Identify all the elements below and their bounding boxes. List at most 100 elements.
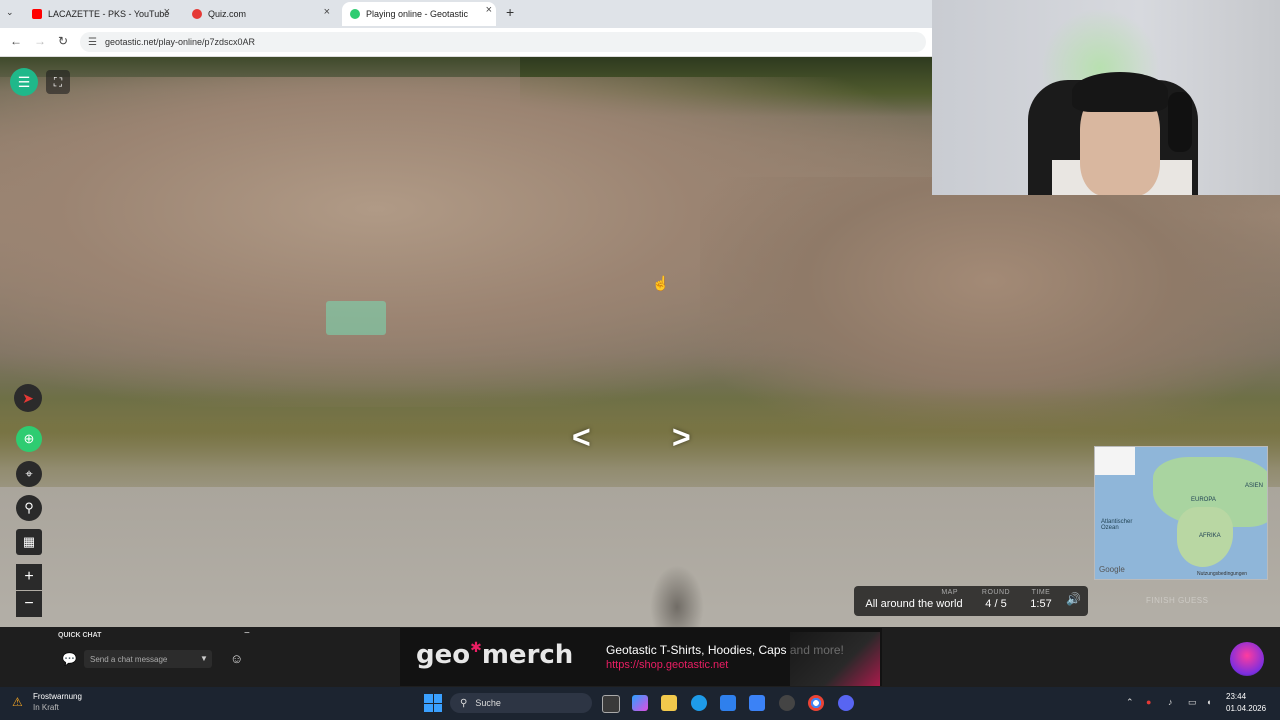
- grass-strip: [0, 387, 1280, 497]
- time-info: TIME 1:57: [1026, 589, 1056, 610]
- map-value: All around the world: [865, 598, 963, 610]
- chat-input[interactable]: Send a chat message: [84, 650, 212, 668]
- map-info: MAP All around the world: [864, 589, 964, 610]
- map-label-atlantic: Atlantischer Ozean: [1101, 519, 1133, 531]
- minimap-greenland: [1095, 447, 1135, 475]
- guess-minimap[interactable]: EUROPA AFRIKA ASIEN Atlantischer Ozean G…: [1094, 446, 1268, 580]
- address-bar[interactable]: ☰ geotastic.net/play-online/p7zdscx0AR: [80, 32, 926, 52]
- chat-bubble-icon: 💬: [62, 652, 77, 666]
- clock-date[interactable]: 01.04.2026: [1226, 704, 1266, 713]
- task-view-icon[interactable]: [602, 695, 620, 713]
- time-value: 1:57: [1030, 598, 1052, 610]
- network-icon[interactable]: ▭: [1188, 697, 1197, 708]
- terms-link[interactable]: Nutzungsbedingungen: [1197, 571, 1247, 577]
- game-app-icon[interactable]: [779, 695, 795, 711]
- weather-subtitle: In Kraft: [33, 703, 59, 712]
- warning-icon[interactable]: ⚠: [12, 695, 23, 709]
- tab-quiz[interactable]: Quiz.com ×: [184, 4, 334, 24]
- fullscreen-icon: ⛶: [53, 74, 63, 89]
- zoom-out-button[interactable]: −: [16, 591, 42, 617]
- tab-label: LACAZETTE - PKS - YouTube: [48, 9, 170, 19]
- quick-chat-title: QUICK CHAT: [58, 632, 102, 639]
- clock-time[interactable]: 23:44: [1226, 692, 1246, 701]
- store-icon[interactable]: [749, 695, 765, 711]
- location-icon: ⚲: [24, 500, 34, 515]
- close-tab-icon[interactable]: ×: [486, 4, 492, 16]
- logo-star-icon: ✱: [470, 640, 482, 656]
- map-label: MAP: [941, 589, 958, 596]
- tab-geotastic[interactable]: Playing online - Geotastic ×: [342, 2, 496, 26]
- time-label: TIME: [1031, 589, 1051, 596]
- graffiti-mark: [326, 301, 386, 335]
- add-marker-button[interactable]: ⊕: [16, 426, 42, 452]
- move-right-arrow-icon[interactable]: >: [672, 419, 691, 456]
- chrome-icon[interactable]: [808, 695, 824, 711]
- chat-dropdown-icon[interactable]: ▼: [200, 654, 208, 663]
- chat-placeholder: Send a chat message: [90, 654, 168, 664]
- youtube-icon: [32, 9, 42, 19]
- close-tab-icon[interactable]: ×: [164, 6, 170, 18]
- tab-youtube[interactable]: LACAZETTE - PKS - YouTube ×: [24, 4, 174, 24]
- windows-start-icon[interactable]: [424, 694, 442, 712]
- map-label-asia: ASIEN: [1245, 483, 1264, 489]
- weather-title[interactable]: Frostwarnung: [33, 692, 82, 701]
- map-pin-plus-icon: ⊕: [23, 431, 35, 446]
- round-label: ROUND: [981, 589, 1011, 596]
- taskbar-search[interactable]: ⚲ Suche: [450, 693, 592, 713]
- webcam-cap: [1072, 72, 1168, 112]
- site-info-icon[interactable]: ☰: [88, 37, 97, 48]
- map-label-europe: EUROPA: [1191, 497, 1216, 503]
- round-info: ROUND 4 / 5: [978, 589, 1014, 610]
- fullscreen-button[interactable]: ⛶: [46, 70, 70, 94]
- grid-icon: ▦: [22, 534, 36, 549]
- quiz-icon: [192, 9, 202, 19]
- logo-geo: geo: [416, 640, 471, 670]
- file-explorer-icon[interactable]: [661, 695, 677, 711]
- minus-icon: −: [24, 595, 34, 612]
- search-placeholder: Suche: [475, 698, 501, 708]
- tray-chevron-icon[interactable]: ⌃: [1126, 697, 1134, 708]
- microphone-icon[interactable]: ♪: [1168, 697, 1173, 707]
- menu-button[interactable]: ☰: [10, 68, 38, 96]
- plus-icon: +: [24, 568, 34, 585]
- forward-icon[interactable]: →: [34, 34, 46, 48]
- tab-label: Playing online - Geotastic: [366, 9, 469, 19]
- round-value: 4 / 5: [985, 598, 1007, 610]
- minimize-chat-icon[interactable]: −: [244, 628, 250, 639]
- tab-search-icon[interactable]: ⌄: [6, 7, 14, 18]
- logo-merch: merch: [481, 640, 574, 670]
- sound-toggle-icon[interactable]: 🔊: [1066, 592, 1081, 606]
- place-marker-button[interactable]: ⚲: [16, 495, 42, 521]
- emoji-icon[interactable]: ☺: [230, 651, 243, 666]
- assistant-orb-icon[interactable]: [1230, 642, 1264, 676]
- finish-guess-button[interactable]: FINISH GUESS: [1146, 596, 1208, 605]
- compass-icon: ➤: [22, 389, 34, 406]
- zoom-in-button[interactable]: +: [16, 564, 42, 590]
- map-label-africa: AFRIKA: [1199, 533, 1221, 539]
- compass-button[interactable]: ➤: [14, 384, 42, 412]
- tab-strip: ⌄ LACAZETTE - PKS - YouTube × Quiz.com ×…: [0, 0, 932, 28]
- close-tab-icon[interactable]: ×: [324, 6, 330, 18]
- return-to-start-button[interactable]: ⌖: [16, 461, 42, 487]
- edge-icon[interactable]: [691, 695, 707, 711]
- discord-icon[interactable]: [838, 695, 854, 711]
- copilot-icon[interactable]: [632, 695, 648, 711]
- gravel-road: [0, 487, 1280, 627]
- tab-label: Quiz.com: [208, 9, 247, 19]
- move-left-arrow-icon[interactable]: <: [572, 419, 591, 456]
- map-pin-icon: ⌖: [25, 466, 33, 481]
- layout-button[interactable]: ▦: [16, 529, 42, 555]
- back-icon[interactable]: ←: [10, 34, 22, 48]
- geomerch-logo: geo✱merch: [416, 640, 573, 670]
- google-attribution: Google: [1099, 565, 1125, 574]
- banner-link[interactable]: https://shop.geotastic.net: [606, 659, 728, 671]
- volume-icon[interactable]: ◖: [1206, 697, 1211, 707]
- hamburger-icon: ☰: [17, 73, 31, 90]
- tray-app-icon[interactable]: ●: [1146, 697, 1151, 707]
- reload-icon[interactable]: ↻: [58, 34, 68, 48]
- webcam-overlay: [932, 0, 1280, 195]
- webcam-headphones: [1168, 92, 1192, 152]
- outlook-icon[interactable]: [720, 695, 736, 711]
- pointer-cursor-icon: ☝: [652, 275, 670, 291]
- new-tab-button[interactable]: +: [506, 4, 514, 20]
